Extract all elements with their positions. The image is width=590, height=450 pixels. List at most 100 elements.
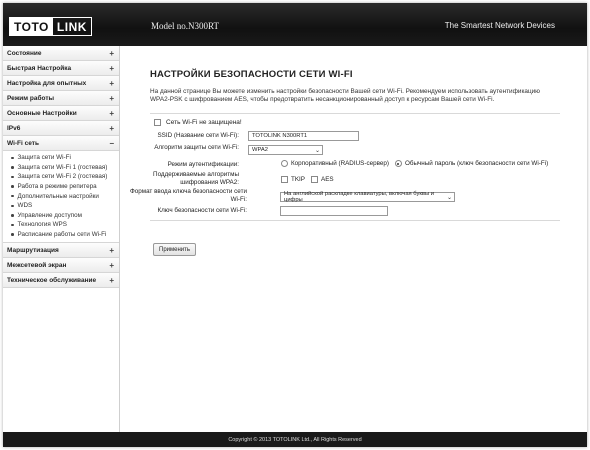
submenu-item-wds[interactable]: WDS xyxy=(3,201,119,211)
algorithm-select[interactable]: WPA2 ⌄ xyxy=(248,145,323,155)
submenu-item-label: Защита сети Wi-Fi 1 (гостевая) xyxy=(17,163,108,171)
cipher-aes-option[interactable]: AES xyxy=(311,176,334,183)
tkip-label: TKIP xyxy=(291,176,305,183)
expand-icon: + xyxy=(109,48,114,58)
expand-icon: + xyxy=(109,78,114,88)
sidebar-item-routing[interactable]: Маршрутизация + xyxy=(3,243,119,259)
sidebar-item-wifi[interactable]: Wi-Fi сеть − xyxy=(3,136,119,151)
sidebar-item-label: IPv6 xyxy=(7,124,21,132)
sidebar-item-maintenance[interactable]: Техническое обслуживание + xyxy=(3,273,119,289)
submenu-item-label: Дополнительные настройки xyxy=(17,192,99,200)
apply-button[interactable]: Применить xyxy=(153,243,197,256)
key-format-select[interactable]: На английской раскладке клавиатуры, вклю… xyxy=(280,191,455,203)
expand-icon: + xyxy=(109,275,114,285)
bullet-icon xyxy=(11,166,14,169)
unprotected-checkbox[interactable] xyxy=(154,119,161,126)
submenu-item-guest1-security[interactable]: Защита сети Wi-Fi 1 (гостевая) xyxy=(3,163,119,173)
divider xyxy=(150,220,560,221)
model-number: Model no.N300RT xyxy=(151,21,219,31)
page-description: На данной странице Вы можете изменить на… xyxy=(150,88,540,104)
expand-icon: + xyxy=(109,260,114,270)
aes-label: AES xyxy=(321,176,334,183)
chevron-down-icon: ⌄ xyxy=(446,194,452,201)
ciphers-label: Поддерживаемые алгоритмы шифрования WPA2… xyxy=(153,171,239,186)
radio-enterprise[interactable] xyxy=(281,160,288,167)
auth-personal-label: Обычный пароль (ключ безопасности сети W… xyxy=(404,160,549,167)
submenu-item-advanced[interactable]: Дополнительные настройки xyxy=(3,191,119,201)
router-admin-window: TOTO LINK Model no.N300RT The Smartest N… xyxy=(3,3,587,447)
cipher-options: TKIP AES xyxy=(281,176,340,183)
expand-icon: + xyxy=(109,245,114,255)
bullet-icon xyxy=(11,175,14,179)
submenu-item-label: Управление доступом xyxy=(17,211,82,219)
sidebar-item-advanced-setup[interactable]: Настройка для опытных + xyxy=(3,76,119,91)
submenu-item-schedule[interactable]: Расписание работы сети Wi-Fi xyxy=(3,230,119,240)
ssid-input[interactable]: TOTOLINK N300RT1 xyxy=(248,131,359,141)
expand-icon: + xyxy=(109,108,114,118)
page-title: НАСТРОЙКИ БЕЗОПАСНОСТИ СЕТИ WI-FI xyxy=(150,69,353,80)
collapse-icon: − xyxy=(109,138,114,148)
sidebar-item-label: Маршрутизация xyxy=(7,246,59,254)
tkip-checkbox[interactable] xyxy=(281,176,288,183)
sidebar-item-label: Межсетевой экран xyxy=(7,261,67,269)
submenu-item-wps[interactable]: Технология WPS xyxy=(3,220,119,230)
main-content: НАСТРОЙКИ БЕЗОПАСНОСТИ СЕТИ WI-FI На дан… xyxy=(121,46,587,432)
sidebar-item-label: Wi-Fi сеть xyxy=(7,139,39,147)
submenu-item-label: Защита сети Wi-Fi xyxy=(17,154,71,162)
logo-right-text: LINK xyxy=(56,19,87,34)
unprotected-row: Сеть Wi-Fi не защищена! xyxy=(154,119,242,126)
bullet-icon xyxy=(11,214,14,217)
sidebar-item-operation-mode[interactable]: Режим работы + xyxy=(3,91,119,106)
sidebar-item-label: Состояние xyxy=(7,49,42,57)
key-label: Ключ безопасности сети Wi-Fi: xyxy=(157,207,247,214)
sidebar-item-firewall[interactable]: Межсетевой экран + xyxy=(3,258,119,274)
radio-personal[interactable] xyxy=(394,160,402,167)
sidebar-item-label: Техническое обслуживание xyxy=(7,276,97,284)
sidebar-item-quick-setup[interactable]: Быстрая Настройка + xyxy=(3,61,119,76)
footer-bar: Copyright © 2013 TOTOLINK Ltd., All Righ… xyxy=(3,432,587,447)
unprotected-label: Сеть Wi-Fi не защищена! xyxy=(166,119,242,126)
sidebar-nav: Состояние + Быстрая Настройка + Настройк… xyxy=(3,46,120,432)
bullet-icon xyxy=(11,233,14,236)
chevron-down-icon: ⌄ xyxy=(314,147,320,154)
auth-enterprise-option[interactable]: Корпоративный (RADIUS-сервер) xyxy=(281,160,389,167)
expand-icon: + xyxy=(109,123,114,133)
submenu-item-label: WDS xyxy=(17,202,33,210)
bullet-icon xyxy=(11,223,14,227)
sidebar-item-ipv6[interactable]: IPv6 + xyxy=(3,121,119,136)
expand-icon: + xyxy=(109,93,114,103)
sidebar-item-status[interactable]: Состояние + xyxy=(3,46,119,61)
header-bar: TOTO LINK Model no.N300RT The Smartest N… xyxy=(3,3,587,46)
ssid-label: SSID (Название сети Wi-Fi): xyxy=(157,132,239,139)
key-input[interactable] xyxy=(280,206,388,216)
bullet-icon xyxy=(11,156,14,160)
submenu-item-label: Защита сети Wi-Fi 2 (гостевая) xyxy=(17,173,108,181)
copyright-text: Copyright © 2013 TOTOLINK Ltd., All Righ… xyxy=(228,436,362,443)
submenu-item-wifi-security[interactable]: Защита сети Wi-Fi xyxy=(3,153,119,163)
submenu-item-guest2-security[interactable]: Защита сети Wi-Fi 2 (гостевая) xyxy=(3,172,119,182)
auth-mode-label: Режим аутентификации: xyxy=(167,161,239,168)
tagline: The Smartest Network Devices xyxy=(444,21,555,30)
sidebar-item-label: Основные Настройки xyxy=(7,109,77,117)
sidebar-item-label: Режим работы xyxy=(7,94,55,102)
expand-icon: + xyxy=(109,63,114,73)
submenu-item-label: Работа в режиме репитера xyxy=(17,183,97,191)
sidebar-item-basic-settings[interactable]: Основные Настройки + xyxy=(3,106,119,121)
submenu-item-repeater[interactable]: Работа в режиме репитера xyxy=(3,182,119,192)
auth-enterprise-label: Корпоративный (RADIUS-сервер) xyxy=(291,160,389,167)
submenu-item-label: Технология WPS xyxy=(17,221,67,229)
auth-personal-option[interactable]: Обычный пароль (ключ безопасности сети W… xyxy=(394,160,549,167)
submenu-item-label: Расписание работы сети Wi-Fi xyxy=(17,231,107,239)
cipher-tkip-option[interactable]: TKIP xyxy=(281,176,305,183)
auth-mode-options: Корпоративный (RADIUS-сервер) Обычный па… xyxy=(281,160,554,167)
bullet-icon xyxy=(11,194,14,198)
algorithm-label: Алгоритм защиты сети Wi-Fi: xyxy=(154,144,239,151)
bullet-icon xyxy=(11,185,14,188)
totolink-logo: TOTO LINK xyxy=(9,17,92,36)
logo-left-text: TOTO xyxy=(10,18,53,35)
wifi-submenu: Защита сети Wi-Fi Защита сети Wi-Fi 1 (г… xyxy=(3,151,119,244)
aes-checkbox[interactable] xyxy=(311,176,318,183)
divider xyxy=(150,113,560,114)
key-format-select-value: На английской раскладке клавиатуры, вклю… xyxy=(284,191,435,203)
submenu-item-access-control[interactable]: Управление доступом xyxy=(3,211,119,221)
